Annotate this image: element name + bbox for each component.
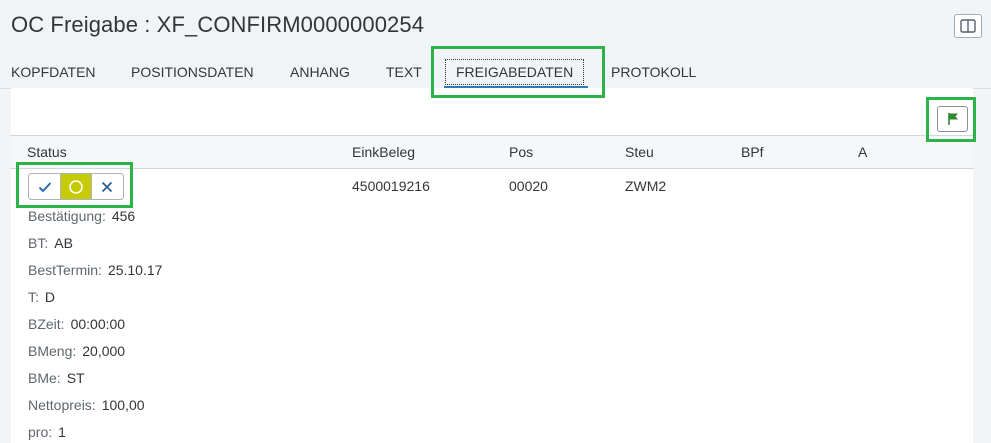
detail-value: 1 (58, 424, 66, 440)
reject-button[interactable] (92, 174, 123, 199)
cell-pos: 00020 (509, 178, 548, 194)
detail-nettopreis: Nettopreis: 100,00 (28, 397, 145, 413)
detail-besttermin: BestTermin: 25.10.17 (28, 262, 162, 278)
tab-kopfdaten[interactable]: KOPFDATEN (11, 64, 96, 80)
checkmark-icon (38, 181, 51, 192)
detail-value: D (44, 289, 56, 305)
detail-label: pro: (28, 424, 53, 440)
detail-bzeit: BZeit: 00:00:00 (28, 316, 125, 332)
detail-label: BT: (28, 235, 49, 251)
detail-label: BMe: (28, 370, 61, 386)
status-segmented-button[interactable] (28, 173, 124, 200)
detail-value: ST (66, 370, 85, 386)
object-header: OC Freigabe : XF_CONFIRM0000000254 KOPFD… (0, 0, 991, 89)
detail-value: 20,000 (82, 343, 126, 359)
flag-icon (947, 113, 958, 125)
layout-toggle-button[interactable] (954, 14, 982, 38)
flag-button[interactable] (937, 106, 968, 132)
cell-einkbeleg: 4500019216 (352, 178, 430, 194)
detail-value: 00:00:00 (70, 316, 126, 332)
accept-button[interactable] (29, 174, 60, 199)
page-title: OC Freigabe : XF_CONFIRM0000000254 (11, 12, 425, 37)
column-header-a[interactable]: A (858, 144, 867, 160)
detail-value: 25.10.17 (107, 262, 163, 278)
detail-label: BestTermin: (28, 262, 102, 278)
column-header-pos[interactable]: Pos (509, 144, 533, 160)
tab-freigabedaten[interactable]: FREIGABEDATEN (445, 59, 585, 85)
tab-text[interactable]: TEXT (386, 64, 422, 80)
circle-icon (69, 179, 83, 194)
detail-label: BMeng: (28, 343, 77, 359)
detail-pro: pro: 1 (28, 424, 66, 440)
detail-label: Nettopreis: (28, 397, 96, 413)
column-header-einkbeleg[interactable]: EinkBeleg (352, 144, 415, 160)
close-icon (102, 181, 113, 192)
cell-steu: ZWM2 (625, 178, 667, 194)
detail-value: 456 (111, 208, 136, 224)
detail-bme: BMe: ST (28, 370, 85, 386)
table-header: Status EinkBeleg Pos Steu BPf A (11, 136, 973, 169)
tab-anhang[interactable]: ANHANG (290, 64, 350, 80)
detail-bestaetigung: Bestätigung: 456 (28, 208, 135, 224)
detail-label: Bestätigung: (28, 208, 106, 224)
split-view-icon (960, 19, 976, 33)
detail-bt: BT: AB (28, 235, 73, 251)
detail-bmeng: BMeng: 20,000 (28, 343, 125, 359)
detail-label: BZeit: (28, 316, 65, 332)
tab-protokoll[interactable]: PROTOKOLL (611, 64, 696, 80)
column-header-bpf[interactable]: BPf (741, 144, 764, 160)
detail-value: 100,00 (101, 397, 145, 413)
detail-label: T: (28, 289, 39, 305)
tab-positionsdaten[interactable]: POSITIONSDATEN (131, 64, 254, 80)
detail-t: T: D (28, 289, 55, 305)
column-header-steu[interactable]: Steu (625, 144, 654, 160)
detail-value: AB (54, 235, 73, 251)
column-header-status[interactable]: Status (27, 144, 67, 160)
pending-button[interactable] (60, 174, 92, 199)
